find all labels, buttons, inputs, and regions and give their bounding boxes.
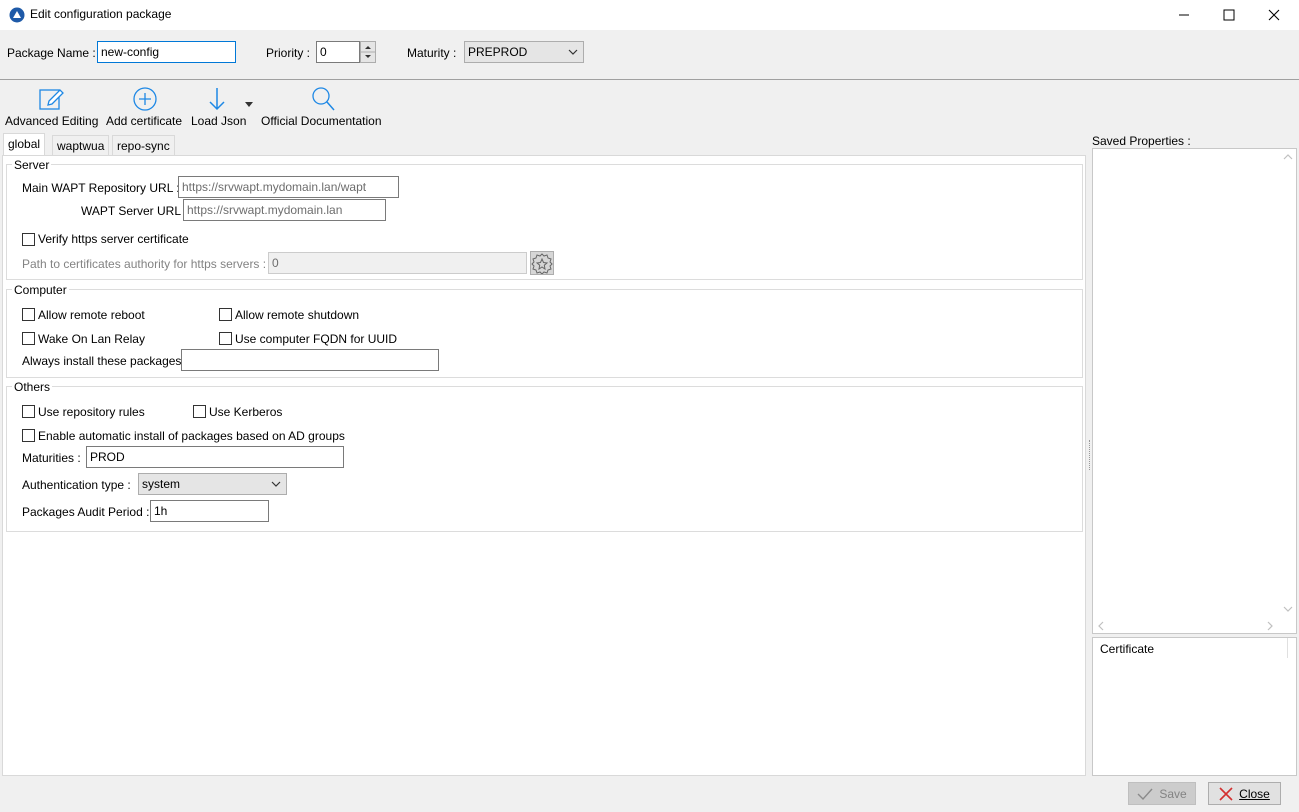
verify-https-label: Verify https server certificate: [38, 232, 189, 246]
maximize-icon: [1223, 9, 1234, 21]
allow-shutdown-label: Allow remote shutdown: [235, 308, 360, 322]
advanced-editing-label: Advanced Editing: [5, 114, 99, 128]
certificate-badge-icon: [531, 253, 553, 275]
allow-reboot-checkbox[interactable]: [22, 308, 35, 321]
saved-properties-label: Saved Properties :: [1092, 134, 1191, 148]
audit-period-label: Packages Audit Period :: [22, 505, 150, 519]
server-group-title: Server: [12, 158, 52, 172]
certificate-column-divider: [1287, 638, 1288, 658]
saved-properties-list[interactable]: [1092, 148, 1297, 634]
certificate-panel: [1092, 637, 1297, 776]
checkmark-icon: [1137, 788, 1153, 800]
minimize-icon: [1178, 14, 1189, 16]
verify-https-checkbox[interactable]: [22, 233, 35, 246]
search-icon: [312, 87, 335, 111]
auth-type-select[interactable]: system: [138, 473, 287, 495]
fqdn-uuid-checkbox[interactable]: [219, 332, 232, 345]
always-install-label: Always install these packages: [22, 354, 182, 368]
computer-group-title: Computer: [12, 283, 69, 297]
main-repo-label: Main WAPT Repository URL :: [22, 181, 180, 195]
always-install-input[interactable]: [181, 349, 439, 371]
priority-input[interactable]: 0: [316, 41, 360, 63]
add-circle-icon: [133, 87, 157, 111]
tab-waptwua[interactable]: waptwua: [52, 135, 110, 155]
kerberos-label: Use Kerberos: [209, 405, 283, 419]
chevron-down-icon: [568, 49, 578, 55]
repo-rules-label: Use repository rules: [38, 405, 145, 419]
vertical-scrollbar[interactable]: [1280, 149, 1296, 619]
horizontal-scrollbar[interactable]: [1093, 618, 1280, 633]
official-documentation-label: Official Documentation: [261, 114, 382, 128]
minimize-button[interactable]: [1161, 0, 1206, 30]
maximize-button[interactable]: [1206, 0, 1251, 30]
ca-path-browse-button[interactable]: [530, 251, 554, 275]
tab-repo-sync[interactable]: repo-sync: [112, 135, 175, 155]
priority-spinner[interactable]: [360, 41, 376, 63]
package-name-input[interactable]: new-config: [97, 41, 236, 63]
maturity-label: Maturity :: [407, 46, 457, 60]
window-title: Edit configuration package: [30, 7, 172, 21]
add-certificate-label: Add certificate: [106, 114, 183, 128]
kerberos-checkbox[interactable]: [193, 405, 206, 418]
close-icon: [1268, 9, 1279, 21]
allow-reboot-label: Allow remote reboot: [38, 308, 145, 322]
maturities-input[interactable]: PROD: [86, 446, 344, 468]
maturity-select[interactable]: PREPROD: [464, 41, 584, 63]
ad-groups-label: Enable automatic install of packages bas…: [38, 429, 345, 443]
save-button-label: Save: [1159, 786, 1187, 801]
title-bar: [0, 0, 1299, 30]
ad-groups-checkbox[interactable]: [22, 429, 35, 442]
priority-label: Priority :: [266, 46, 311, 60]
official-documentation-button[interactable]: Official Documentation: [261, 85, 387, 129]
auth-type-select-value: system: [142, 477, 181, 491]
certificate-label: Certificate: [1100, 642, 1155, 656]
fqdn-uuid-label: Use computer FQDN for UUID: [235, 332, 398, 346]
main-repo-input[interactable]: https://srvwapt.mydomain.lan/wapt: [178, 176, 399, 198]
wapt-app-icon: [9, 7, 25, 23]
edit-icon: [39, 89, 64, 110]
add-certificate-button[interactable]: Add certificate: [106, 85, 184, 129]
load-json-label: Load Json: [191, 114, 247, 128]
window-close-button[interactable]: [1251, 0, 1296, 30]
close-x-icon: [1219, 786, 1233, 801]
spinner-arrows-icon: [361, 46, 375, 58]
load-json-button[interactable]: Load Json: [191, 85, 255, 129]
allow-shutdown-checkbox[interactable]: [219, 308, 232, 321]
wol-relay-label: Wake On Lan Relay: [38, 332, 145, 346]
others-group-title: Others: [12, 380, 53, 394]
scroll-up-icon[interactable]: [1283, 153, 1293, 161]
auth-type-label: Authentication type :: [22, 478, 131, 492]
scroll-right-icon[interactable]: [1266, 621, 1274, 631]
chevron-down-icon: [271, 481, 281, 487]
arrow-down-icon: [209, 88, 225, 111]
header-divider: [0, 79, 1299, 80]
maturity-select-value: PREPROD: [468, 45, 528, 59]
server-url-label: WAPT Server URL :: [81, 204, 188, 218]
scroll-down-icon[interactable]: [1283, 605, 1293, 613]
wol-relay-checkbox[interactable]: [22, 332, 35, 345]
ca-path-input: 0: [268, 252, 527, 274]
ca-path-label: Path to certificates authority for https…: [22, 257, 267, 271]
maturities-label: Maturities :: [22, 451, 81, 465]
server-url-input[interactable]: https://srvwapt.mydomain.lan: [183, 199, 386, 221]
dropdown-arrow-icon[interactable]: [245, 102, 253, 108]
package-name-label: Package Name :: [7, 46, 96, 60]
advanced-editing-button[interactable]: Advanced Editing: [5, 85, 99, 129]
scroll-left-icon[interactable]: [1097, 621, 1105, 631]
repo-rules-checkbox[interactable]: [22, 405, 35, 418]
close-button-label: Close: [1239, 786, 1270, 801]
tab-global[interactable]: global: [3, 133, 46, 155]
save-button[interactable]: Save: [1128, 782, 1196, 805]
close-button[interactable]: Close: [1208, 782, 1281, 805]
audit-period-input[interactable]: 1h: [150, 500, 269, 522]
